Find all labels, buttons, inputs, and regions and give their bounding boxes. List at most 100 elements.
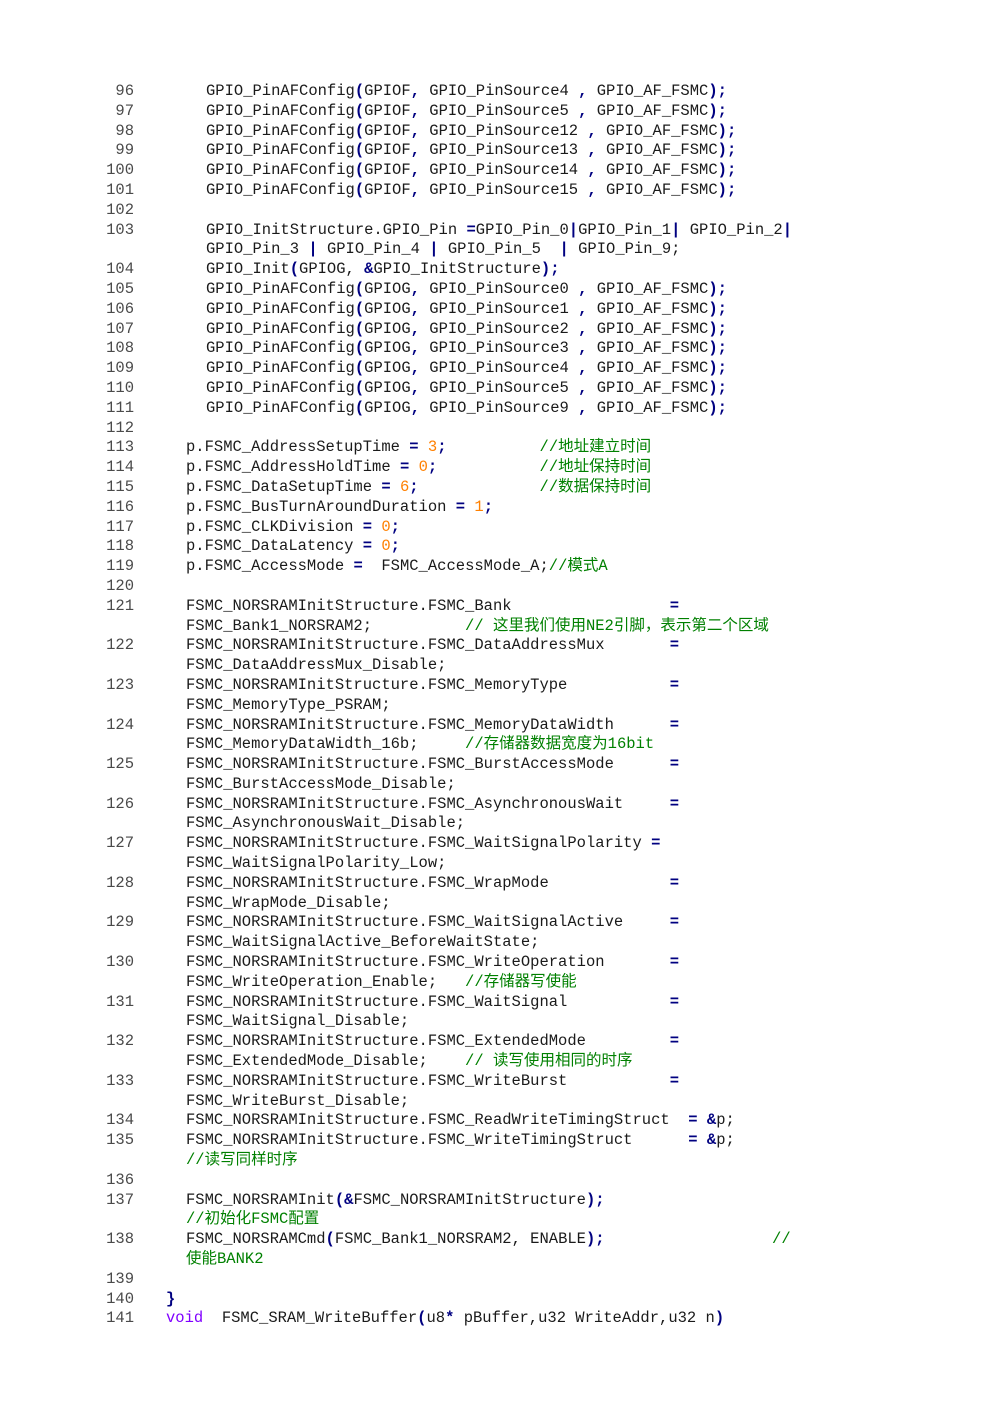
code-token: GPIOG bbox=[364, 359, 411, 378]
code-operator: ( bbox=[354, 121, 365, 140]
code-operator: ( bbox=[354, 339, 365, 358]
code-operator: , bbox=[410, 141, 420, 160]
code-operator: | bbox=[782, 220, 793, 239]
code-token: GPIO_AF_FSMC bbox=[587, 378, 709, 397]
code-line: 99 GPIO_PinAFConfig(GPIOF, GPIO_PinSource… bbox=[100, 141, 980, 161]
line-number: 132 bbox=[106, 1032, 134, 1051]
code-token: FSMC_WaitSignal_Disable; bbox=[186, 1012, 410, 1031]
code-line: 101 GPIO_PinAFConfig(GPIOF, GPIO_PinSourc… bbox=[100, 181, 980, 201]
code-operator: ( bbox=[354, 82, 365, 100]
code-operator: , bbox=[587, 161, 597, 180]
code-token: GPIO_Pin_0 bbox=[475, 220, 569, 239]
code-token: GPIO_PinAFConfig bbox=[206, 121, 355, 140]
code-line: //初始化FSMC配置 bbox=[100, 1210, 980, 1230]
code-token: FSMC_NORSRAMInitStructure.FSMC_Asynchron… bbox=[186, 794, 670, 813]
code-line: FSMC_DataAddressMux_Disable; bbox=[100, 656, 980, 676]
code-token: FSMC_NORSRAMInitStructure.FSMC_WaitSigna… bbox=[186, 992, 670, 1011]
code-text: FSMC_NORSRAMInit(&FSMC_NORSRAMInitStruct… bbox=[186, 1191, 605, 1211]
line-number: 104 bbox=[106, 260, 134, 279]
code-line: 137 FSMC_NORSRAMInit(&FSMC_NORSRAMInitStr… bbox=[100, 1191, 980, 1211]
code-token: GPIOG bbox=[364, 319, 411, 338]
code-line: 125 FSMC_NORSRAMInitStructure.FSMC_BurstA… bbox=[100, 755, 980, 775]
code-token: GPIO_InitStructure.GPIO_Pin bbox=[206, 220, 467, 239]
code-text: FSMC_NORSRAMInitStructure.FSMC_WrapMode … bbox=[186, 874, 679, 894]
code-text: FSMC_Bank1_NORSRAM2; // 这里我们使用NE2引脚，表示第二… bbox=[186, 617, 769, 637]
code-token: FSMC_NORSRAMInitStructure.FSMC_ExtendedM… bbox=[186, 1032, 670, 1051]
code-text: p.FSMC_AddressSetupTime = 3; //地址建立时间 bbox=[186, 438, 651, 458]
code-operator: = bbox=[688, 1131, 698, 1150]
code-line: 122 FSMC_NORSRAMInitStructure.FSMC_DataAd… bbox=[100, 636, 980, 656]
code-text: FSMC_NORSRAMInitStructure.FSMC_Bank = bbox=[186, 597, 679, 617]
code-line: 136 bbox=[100, 1171, 980, 1191]
code-token: GPIO_AF_FSMC bbox=[587, 359, 709, 378]
code-line: 126 FSMC_NORSRAMInitStructure.FSMC_Asynch… bbox=[100, 795, 980, 815]
line-number: 141 bbox=[106, 1309, 134, 1328]
line-number: 135 bbox=[106, 1131, 134, 1150]
code-comment: //数据保持时间 bbox=[539, 477, 652, 496]
code-comment: // 读写使用相同的时序 bbox=[465, 1052, 633, 1071]
code-token: GPIO_Pin_1 bbox=[578, 220, 672, 239]
code-token: FSMC_NORSRAMInitStructure.FSMC_WriteBurs… bbox=[186, 1071, 670, 1090]
code-line: 135 FSMC_NORSRAMInitStructure.FSMC_WriteT… bbox=[100, 1131, 980, 1151]
code-operator: ); bbox=[586, 1230, 605, 1249]
code-operator: } bbox=[166, 1289, 176, 1308]
code-comment: // bbox=[772, 1230, 791, 1249]
code-line: 102 bbox=[100, 201, 980, 221]
code-operator: = bbox=[362, 517, 373, 536]
code-line: 123 FSMC_NORSRAMInitStructure.FSMC_Memory… bbox=[100, 676, 980, 696]
code-operator: ( bbox=[354, 180, 365, 199]
code-line: 104 GPIO_Init(GPIOG, &GPIO_InitStructure)… bbox=[100, 260, 980, 280]
code-operator: ); bbox=[708, 378, 727, 397]
code-token: GPIO_InitStructure bbox=[373, 260, 541, 279]
code-token: GPIO_PinAFConfig bbox=[206, 319, 355, 338]
code-operator: , bbox=[410, 121, 420, 140]
code-operator: * bbox=[445, 1309, 455, 1328]
code-operator: ); bbox=[717, 180, 737, 199]
code-operator: = bbox=[669, 992, 679, 1011]
code-token: FSMC_NORSRAMInitStructure bbox=[353, 1190, 586, 1209]
code-operator: , bbox=[587, 180, 597, 199]
code-operator: | bbox=[308, 240, 318, 259]
code-token: GPIO_PinSource13 bbox=[419, 141, 588, 160]
code-line: 98 GPIO_PinAFConfig(GPIOF, GPIO_PinSource… bbox=[100, 122, 980, 142]
code-text: GPIO_PinAFConfig(GPIOG, GPIO_PinSource3 … bbox=[206, 339, 727, 359]
code-text: FSMC_NORSRAMInitStructure.FSMC_BurstAcce… bbox=[186, 755, 679, 775]
code-keyword: void bbox=[166, 1309, 204, 1328]
code-line: 124 FSMC_NORSRAMInitStructure.FSMC_Memory… bbox=[100, 716, 980, 736]
code-token: FSMC_NORSRAMInitStructure.FSMC_WriteOper… bbox=[186, 953, 670, 972]
code-text: //读写同样时序 bbox=[186, 1151, 298, 1171]
code-token: GPIO_AF_FSMC bbox=[587, 299, 709, 318]
code-token: GPIOF bbox=[364, 141, 411, 160]
code-operator: , bbox=[410, 359, 420, 378]
code-operator: = bbox=[669, 715, 679, 734]
code-token: FSMC_Bank1_NORSRAM2; bbox=[186, 616, 466, 635]
code-operator: ) bbox=[714, 1309, 725, 1328]
line-number: 116 bbox=[106, 497, 134, 516]
code-line: 112 bbox=[100, 419, 980, 439]
code-operator: ( bbox=[354, 141, 365, 160]
code-operator: = bbox=[409, 438, 419, 457]
code-text: FSMC_NORSRAMInitStructure.FSMC_WaitSigna… bbox=[186, 993, 679, 1013]
code-text: GPIO_PinAFConfig(GPIOG, GPIO_PinSource5 … bbox=[206, 379, 727, 399]
code-token: GPIO_PinSource12 bbox=[419, 121, 588, 140]
code-line: 113 p.FSMC_AddressSetupTime = 3; //地址建立时间 bbox=[100, 438, 980, 458]
code-operator: ( bbox=[289, 260, 300, 279]
code-text: GPIO_Init(GPIOG, &GPIO_InitStructure); bbox=[206, 260, 560, 280]
code-operator: ( bbox=[354, 319, 365, 338]
code-line: FSMC_WaitSignalActive_BeforeWaitState; bbox=[100, 933, 980, 953]
code-operator: = bbox=[669, 913, 679, 932]
code-operator: , bbox=[410, 319, 420, 338]
line-number: 131 bbox=[106, 992, 134, 1011]
code-operator: ); bbox=[717, 161, 737, 180]
code-line: 107 GPIO_PinAFConfig(GPIOG, GPIO_PinSourc… bbox=[100, 320, 980, 340]
code-operator: ; bbox=[409, 477, 419, 496]
code-line: 111 GPIO_PinAFConfig(GPIOG, GPIO_PinSourc… bbox=[100, 399, 980, 419]
line-number: 108 bbox=[106, 339, 134, 358]
code-comment: //存储器写使能 bbox=[465, 972, 577, 991]
code-text: } bbox=[166, 1290, 175, 1310]
line-number: 109 bbox=[106, 359, 134, 378]
